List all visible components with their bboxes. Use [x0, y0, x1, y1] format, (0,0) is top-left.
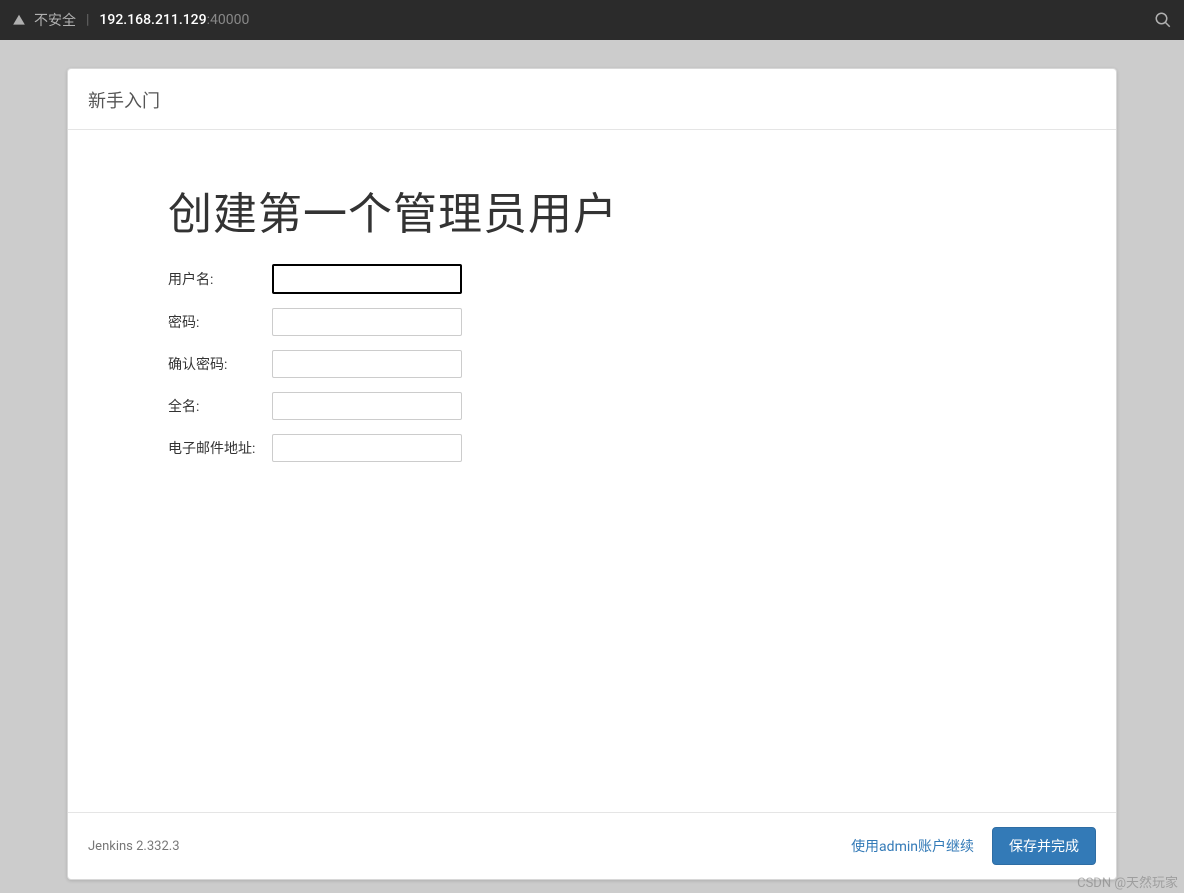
form-row-confirm: 确认密码: — [168, 350, 1096, 378]
skip-as-admin-link[interactable]: 使用admin账户继续 — [851, 836, 974, 856]
email-input[interactable] — [272, 434, 462, 462]
password-label: 密码: — [168, 312, 272, 332]
page-content: 新手入门 创建第一个管理员用户 用户名: 密码: 确认密码: 全名: 电子邮件地 — [0, 40, 1184, 893]
username-label: 用户名: — [168, 269, 272, 289]
url-port: :40000 — [207, 12, 250, 28]
form-title: 创建第一个管理员用户 — [168, 178, 1096, 242]
email-label: 电子邮件地址: — [168, 438, 272, 458]
card-header: 新手入门 — [68, 69, 1116, 130]
url-text[interactable]: 192.168.211.129:40000 — [99, 12, 249, 28]
card-footer: Jenkins 2.332.3 使用admin账户继续 保存并完成 — [68, 812, 1116, 879]
card-header-title: 新手入门 — [88, 91, 160, 112]
jenkins-version: Jenkins 2.332.3 — [88, 839, 180, 854]
warning-icon — [12, 13, 26, 27]
confirm-password-label: 确认密码: — [168, 354, 272, 374]
card-body: 创建第一个管理员用户 用户名: 密码: 确认密码: 全名: 电子邮件地址: — [68, 130, 1116, 812]
form-row-username: 用户名: — [168, 264, 1096, 294]
search-icon[interactable] — [1154, 11, 1172, 29]
fullname-label: 全名: — [168, 396, 272, 416]
browser-address-bar: 不安全 | 192.168.211.129:40000 — [0, 0, 1184, 40]
username-input[interactable] — [272, 264, 462, 294]
form-row-email: 电子邮件地址: — [168, 434, 1096, 462]
insecure-label: 不安全 — [34, 10, 76, 30]
form-row-password: 密码: — [168, 308, 1096, 336]
form-row-fullname: 全名: — [168, 392, 1096, 420]
fullname-input[interactable] — [272, 392, 462, 420]
confirm-password-input[interactable] — [272, 350, 462, 378]
url-host: 192.168.211.129 — [99, 12, 206, 28]
password-input[interactable] — [272, 308, 462, 336]
setup-wizard-card: 新手入门 创建第一个管理员用户 用户名: 密码: 确认密码: 全名: 电子邮件地 — [67, 68, 1117, 880]
url-divider: | — [86, 12, 89, 28]
save-and-finish-button[interactable]: 保存并完成 — [992, 827, 1096, 865]
